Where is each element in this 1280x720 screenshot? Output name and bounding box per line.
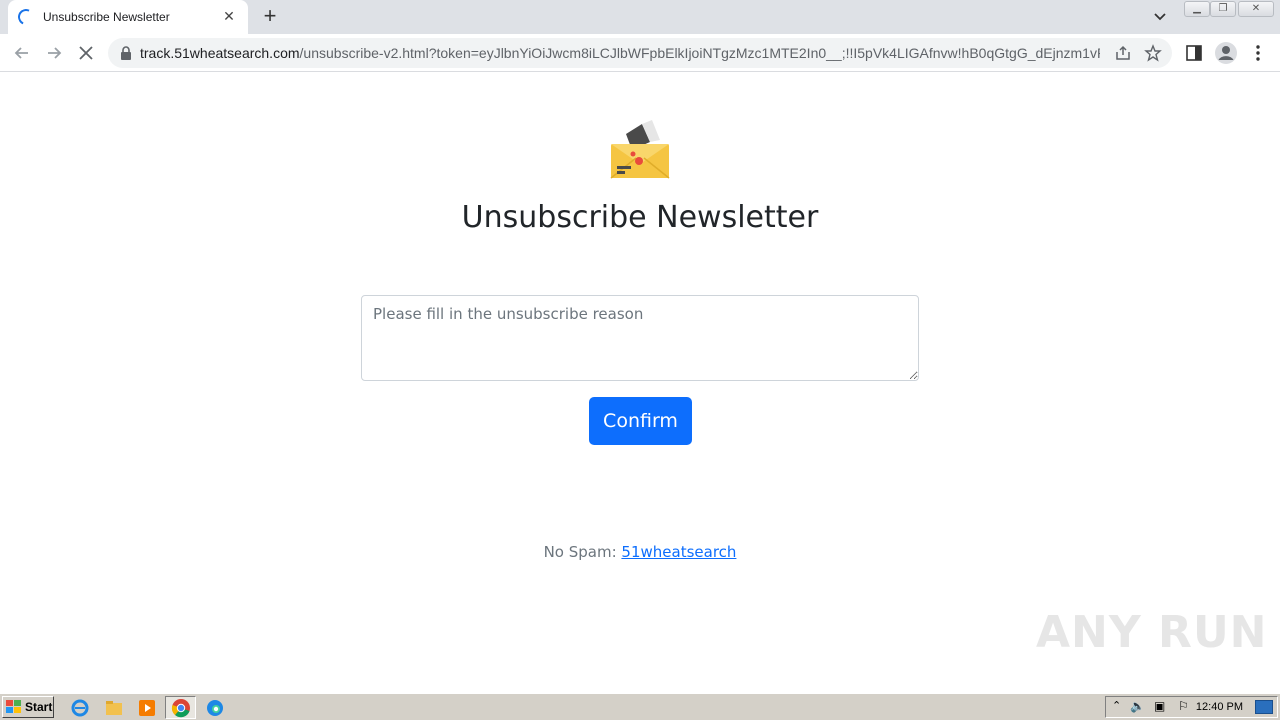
media-player-icon[interactable]	[137, 698, 157, 718]
page-content: Unsubscribe Newsletter Confirm No Spam: …	[0, 72, 1280, 692]
bookmark-star-icon[interactable]	[1144, 44, 1162, 62]
footer-text: No Spam:	[543, 543, 622, 561]
footer: No Spam: 51wheatsearch	[0, 543, 1280, 561]
tray-expand-icon[interactable]: ⌃	[1112, 699, 1121, 712]
network-icon[interactable]: ▣	[1154, 699, 1165, 713]
taskbar: Start ⌃ 🔈 ▣ ⚐ 12:40 PM	[0, 693, 1280, 720]
tab-search-icon[interactable]	[1150, 8, 1170, 26]
url-text: track.51wheatsearch.com/unsubscribe-v2.h…	[140, 45, 1100, 61]
internet-explorer-icon[interactable]	[70, 698, 90, 718]
page-title: Unsubscribe Newsletter	[461, 200, 819, 235]
confirm-button[interactable]: Confirm	[589, 397, 692, 445]
stop-loading-icon[interactable]	[76, 43, 96, 63]
tab-strip: Unsubscribe Newsletter ✕ + ▁ ❐ ✕	[0, 0, 1280, 34]
clock: 12:40 PM	[1195, 701, 1243, 713]
side-panel-icon[interactable]	[1184, 43, 1204, 63]
menu-kebab-icon[interactable]	[1248, 43, 1268, 63]
chrome-taskbar-button[interactable]	[165, 696, 196, 719]
footer-link[interactable]: 51wheatsearch	[621, 543, 736, 561]
windows-logo-icon	[6, 700, 21, 713]
show-desktop-icon[interactable]	[1255, 700, 1273, 714]
new-tab-button[interactable]: +	[258, 5, 282, 29]
start-label: Start	[25, 700, 53, 714]
newsletter-envelope-icon	[610, 120, 670, 179]
profile-avatar-icon[interactable]	[1214, 41, 1238, 65]
start-button[interactable]: Start	[2, 696, 54, 718]
share-icon[interactable]	[1114, 44, 1132, 62]
file-explorer-icon[interactable]	[104, 698, 124, 718]
back-arrow-icon[interactable]	[12, 43, 32, 63]
tab-title: Unsubscribe Newsletter	[43, 10, 170, 24]
chrome-icon	[171, 699, 190, 718]
url-domain: track.51wheatsearch.com	[140, 45, 300, 61]
restore-button[interactable]: ❐	[1210, 1, 1236, 17]
address-bar[interactable]: track.51wheatsearch.com/unsubscribe-v2.h…	[108, 38, 1172, 68]
unsubscribe-reason-input[interactable]	[361, 295, 919, 381]
edge-icon[interactable]	[205, 698, 225, 718]
action-center-flag-icon[interactable]: ⚐	[1178, 699, 1189, 713]
tab-close-icon[interactable]: ✕	[220, 9, 238, 25]
lock-icon[interactable]	[120, 46, 132, 60]
volume-icon[interactable]: 🔈	[1130, 699, 1145, 713]
url-path: /unsubscribe-v2.html?token=eyJlbnYiOiJwc…	[299, 45, 1100, 61]
browser-toolbar: track.51wheatsearch.com/unsubscribe-v2.h…	[0, 34, 1280, 72]
minimize-button[interactable]: ▁	[1184, 1, 1210, 17]
window-close-button[interactable]: ✕	[1238, 1, 1274, 17]
system-tray: ⌃ 🔈 ▣ ⚐ 12:40 PM	[1105, 696, 1278, 718]
forward-arrow-icon[interactable]	[44, 43, 64, 63]
loading-spinner-icon	[15, 6, 37, 28]
watermark-logo: ANY RUN	[1036, 607, 1268, 658]
tab-unsubscribe[interactable]: Unsubscribe Newsletter ✕	[8, 0, 248, 34]
